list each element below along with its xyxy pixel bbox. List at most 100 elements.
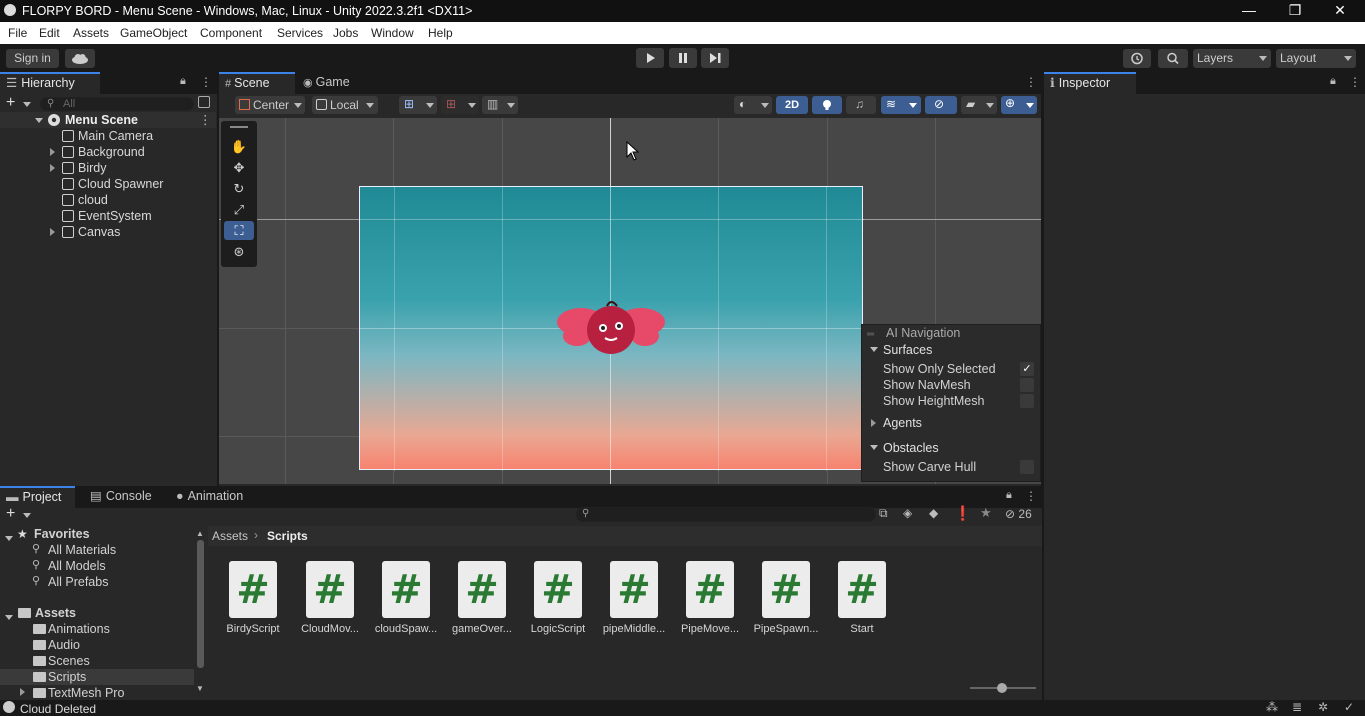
audio-toggle[interactable]: ♫ (846, 96, 876, 114)
menu-gameobject[interactable]: GameObject (120, 26, 187, 40)
layers-dropdown[interactable]: Layers (1193, 49, 1271, 68)
expand-arrow-icon[interactable] (20, 688, 25, 696)
more-options-icon[interactable]: ⋮ (1025, 75, 1037, 89)
menu-edit[interactable]: Edit (39, 26, 60, 40)
breadcrumb-scripts[interactable]: Scripts (267, 529, 308, 543)
hierarchy-item[interactable]: Main Camera (0, 128, 216, 144)
search-button[interactable] (1158, 49, 1188, 68)
add-icon[interactable]: + (6, 505, 15, 523)
more-options-icon[interactable]: ⋮ (1349, 75, 1361, 89)
hierarchy-item[interactable]: EventSystem (0, 208, 216, 224)
close-button[interactable]: ✕ (1318, 0, 1362, 22)
folder-item[interactable]: Scenes (48, 654, 90, 668)
gizmo-visibility-button[interactable]: ▥ (482, 96, 518, 114)
menu-help[interactable]: Help (428, 26, 453, 40)
assets-folder[interactable]: Assets (35, 606, 76, 620)
rotate-tool-icon[interactable]: ↻ (224, 179, 254, 198)
tab-animation[interactable]: ● Animation (170, 486, 260, 508)
favorite-item[interactable]: All Materials (48, 543, 116, 557)
obstacles-section[interactable]: Obstacles (883, 441, 939, 455)
favorite-star-icon[interactable]: ★ (980, 505, 992, 521)
expand-arrow-icon[interactable] (50, 148, 55, 156)
play-button[interactable] (636, 48, 664, 68)
menu-component[interactable]: Component (200, 26, 262, 40)
icon-size-slider-handle[interactable] (997, 683, 1007, 693)
undo-history-button[interactable] (1123, 49, 1151, 68)
agents-section[interactable]: Agents (883, 416, 922, 430)
transform-tool-icon[interactable]: ⊛ (224, 242, 254, 261)
favorite-item[interactable]: All Prefabs (48, 575, 108, 589)
effects-dropdown[interactable]: ≋ (881, 96, 921, 114)
menu-file[interactable]: File (8, 26, 27, 40)
progress-icon[interactable]: ⁂ (1266, 700, 1278, 714)
favorites-header[interactable]: Favorites (34, 527, 90, 541)
add-icon[interactable]: + (6, 94, 15, 112)
hierarchy-item[interactable]: Canvas (0, 224, 216, 240)
maximize-button[interactable]: ❐ (1273, 0, 1317, 22)
scene-search-icon[interactable] (198, 96, 210, 108)
hidden-packages-count[interactable]: ⊘ 26 (1005, 507, 1032, 521)
cloud-button[interactable] (65, 49, 95, 68)
space-local-dropdown[interactable]: Local (312, 96, 378, 114)
expand-arrow-icon[interactable] (5, 615, 13, 620)
grid-snap-button[interactable]: ⊞ (399, 96, 437, 114)
menu-assets[interactable]: Assets (73, 26, 109, 40)
hierarchy-item[interactable]: Birdy (0, 160, 216, 176)
favorite-item[interactable]: All Models (48, 559, 106, 573)
lock-icon[interactable]: 🔒︎ (1330, 75, 1336, 88)
minimize-button[interactable]: — (1227, 0, 1271, 22)
drag-handle-icon[interactable]: ═ (867, 329, 874, 340)
scene-row[interactable]: Menu Scene ⋮ (0, 112, 216, 128)
show-navmesh-checkbox[interactable] (1020, 378, 1034, 392)
move-tool-icon[interactable]: ✥ (224, 158, 254, 177)
expand-arrow-icon[interactable] (50, 228, 55, 236)
check-icon[interactable]: ✓ (1344, 700, 1354, 714)
hand-tool-icon[interactable]: ✋ (224, 137, 254, 156)
breadcrumb-assets[interactable]: Assets (212, 529, 248, 543)
surfaces-section[interactable]: Surfaces (883, 343, 932, 357)
scroll-up-icon[interactable]: ▲ (196, 529, 204, 538)
folder-item[interactable]: Animations (48, 622, 110, 636)
expand-arrow-icon[interactable] (5, 536, 13, 541)
folder-item[interactable]: Audio (48, 638, 80, 652)
lighting-toggle[interactable] (812, 96, 842, 114)
tab-game[interactable]: ◉ Game (297, 72, 367, 94)
camera-dropdown[interactable]: ▰ (961, 96, 997, 114)
increment-snap-button[interactable]: ⊞ (441, 96, 479, 114)
lock-icon[interactable]: 🔒︎ (180, 75, 186, 88)
project-search-input[interactable]: ⚲ (576, 507, 876, 522)
tab-scene[interactable]: # Scene (219, 72, 295, 94)
pivot-center-dropdown[interactable]: Center (235, 96, 305, 114)
layout-dropdown[interactable]: Layout (1276, 49, 1356, 68)
expand-arrow-icon[interactable] (50, 164, 55, 172)
pause-button[interactable] (669, 48, 697, 68)
cache-server-icon[interactable]: ≣ (1292, 700, 1302, 714)
expand-arrow-icon[interactable] (870, 347, 878, 352)
hierarchy-item[interactable]: cloud (0, 192, 216, 208)
hierarchy-item[interactable]: Cloud Spawner (0, 176, 216, 192)
expand-arrow-icon[interactable] (871, 419, 876, 427)
filter-by-type-icon[interactable]: ◈ (903, 506, 912, 520)
label-tag-icon[interactable]: ◆ (929, 506, 938, 520)
show-heightmesh-checkbox[interactable] (1020, 394, 1034, 408)
folder-item[interactable]: TextMesh Pro (48, 686, 124, 700)
scale-tool-icon[interactable]: ⤢ (224, 200, 254, 219)
birdy-sprite[interactable] (555, 296, 667, 358)
menu-jobs[interactable]: Jobs (333, 26, 358, 40)
folder-item-selected[interactable]: Scripts (48, 670, 86, 684)
more-options-icon[interactable]: ⋮ (1025, 489, 1037, 503)
show-only-selected-checkbox[interactable]: ✓ (1020, 362, 1034, 376)
2d-mode-toggle[interactable]: 2D (776, 96, 808, 114)
log-icon[interactable]: ❗ (954, 505, 971, 522)
more-options-icon[interactable]: ⋮ (200, 75, 212, 89)
menu-window[interactable]: Window (371, 26, 414, 40)
scroll-down-icon[interactable]: ▼ (196, 684, 204, 693)
hierarchy-item[interactable]: Background (0, 144, 216, 160)
hierarchy-search-input[interactable]: ⚲ All (40, 97, 194, 111)
status-message[interactable]: Cloud Deleted (20, 702, 96, 716)
show-carve-hull-checkbox[interactable] (1020, 460, 1034, 474)
menu-services[interactable]: Services (277, 26, 323, 40)
expand-arrow-icon[interactable] (35, 118, 43, 123)
sign-in-button[interactable]: Sign in (6, 49, 59, 68)
drag-handle-icon[interactable] (230, 126, 248, 128)
